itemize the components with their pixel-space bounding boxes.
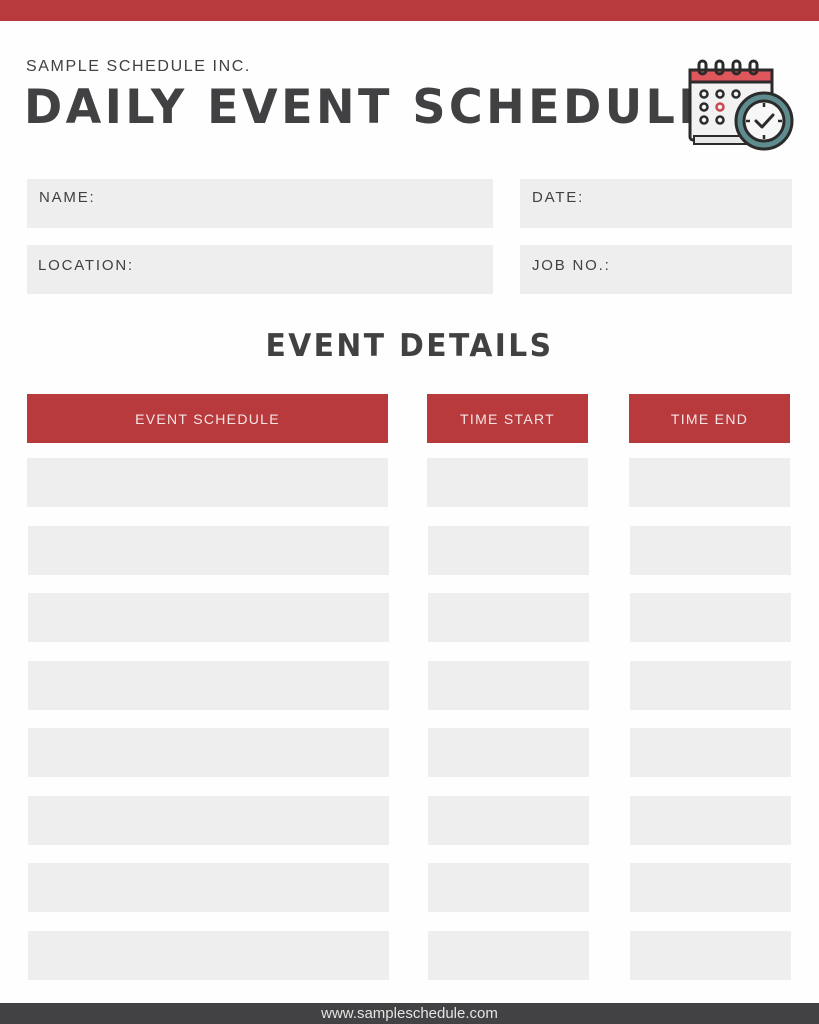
column-header-event-schedule: EVENT SCHEDULE — [27, 394, 388, 443]
name-field[interactable]: NAME: — [27, 179, 493, 228]
event-schedule-cell[interactable] — [28, 931, 389, 980]
time-start-cell[interactable] — [428, 593, 589, 642]
page-title: DAILY EVENT SCHEDULE — [24, 80, 714, 135]
name-label: NAME: — [39, 189, 96, 206]
job-no-field[interactable]: JOB NO.: — [520, 245, 792, 294]
time-end-cell[interactable] — [630, 728, 791, 777]
time-start-cell[interactable] — [428, 863, 589, 912]
date-field[interactable]: DATE: — [520, 179, 792, 228]
event-schedule-cell[interactable] — [28, 728, 389, 777]
location-label: LOCATION: — [38, 257, 134, 274]
footer: www.sampleschedule.com — [0, 1003, 819, 1024]
column-header-time-start: TIME START — [427, 394, 588, 443]
event-schedule-cell[interactable] — [28, 526, 389, 575]
time-start-cell[interactable] — [428, 728, 589, 777]
time-end-cell[interactable] — [630, 863, 791, 912]
time-start-cell[interactable] — [428, 796, 589, 845]
date-label: DATE: — [532, 189, 585, 206]
event-schedule-cell[interactable] — [28, 796, 389, 845]
calendar-clock-icon — [688, 59, 794, 151]
time-start-cell[interactable] — [428, 931, 589, 980]
company-name: SAMPLE SCHEDULE INC. — [26, 58, 251, 75]
time-end-cell[interactable] — [629, 458, 790, 507]
event-schedule-cell[interactable] — [27, 458, 388, 507]
time-end-cell[interactable] — [630, 526, 791, 575]
time-end-cell[interactable] — [630, 593, 791, 642]
job-no-label: JOB NO.: — [532, 257, 611, 274]
time-start-cell[interactable] — [428, 526, 589, 575]
time-end-cell[interactable] — [630, 931, 791, 980]
event-schedule-cell[interactable] — [28, 863, 389, 912]
time-end-cell[interactable] — [630, 661, 791, 710]
time-end-cell[interactable] — [630, 796, 791, 845]
event-schedule-cell[interactable] — [28, 661, 389, 710]
event-schedule-cell[interactable] — [28, 593, 389, 642]
time-start-cell[interactable] — [427, 458, 588, 507]
footer-url[interactable]: www.sampleschedule.com — [321, 1005, 498, 1022]
location-field[interactable]: LOCATION: — [27, 245, 493, 294]
section-title: EVENT DETAILS — [265, 328, 554, 364]
top-accent-bar — [0, 0, 819, 21]
time-start-cell[interactable] — [428, 661, 589, 710]
column-header-time-end: TIME END — [629, 394, 790, 443]
